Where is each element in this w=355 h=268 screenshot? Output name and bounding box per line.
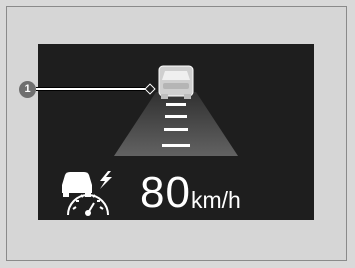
meter-display: 80 km/h xyxy=(38,44,314,220)
lane-bar xyxy=(162,144,190,147)
acc-speedometer-icon xyxy=(62,171,112,216)
lane-bar xyxy=(166,103,186,106)
set-speed-unit: km/h xyxy=(191,187,241,213)
lane-bar xyxy=(164,128,188,131)
set-speed-value: 80 xyxy=(140,168,191,217)
lane-bar xyxy=(165,115,187,118)
callout-leader-line xyxy=(36,88,149,90)
callout-number-1: 1 xyxy=(19,81,36,98)
lead-car-icon xyxy=(158,65,194,99)
